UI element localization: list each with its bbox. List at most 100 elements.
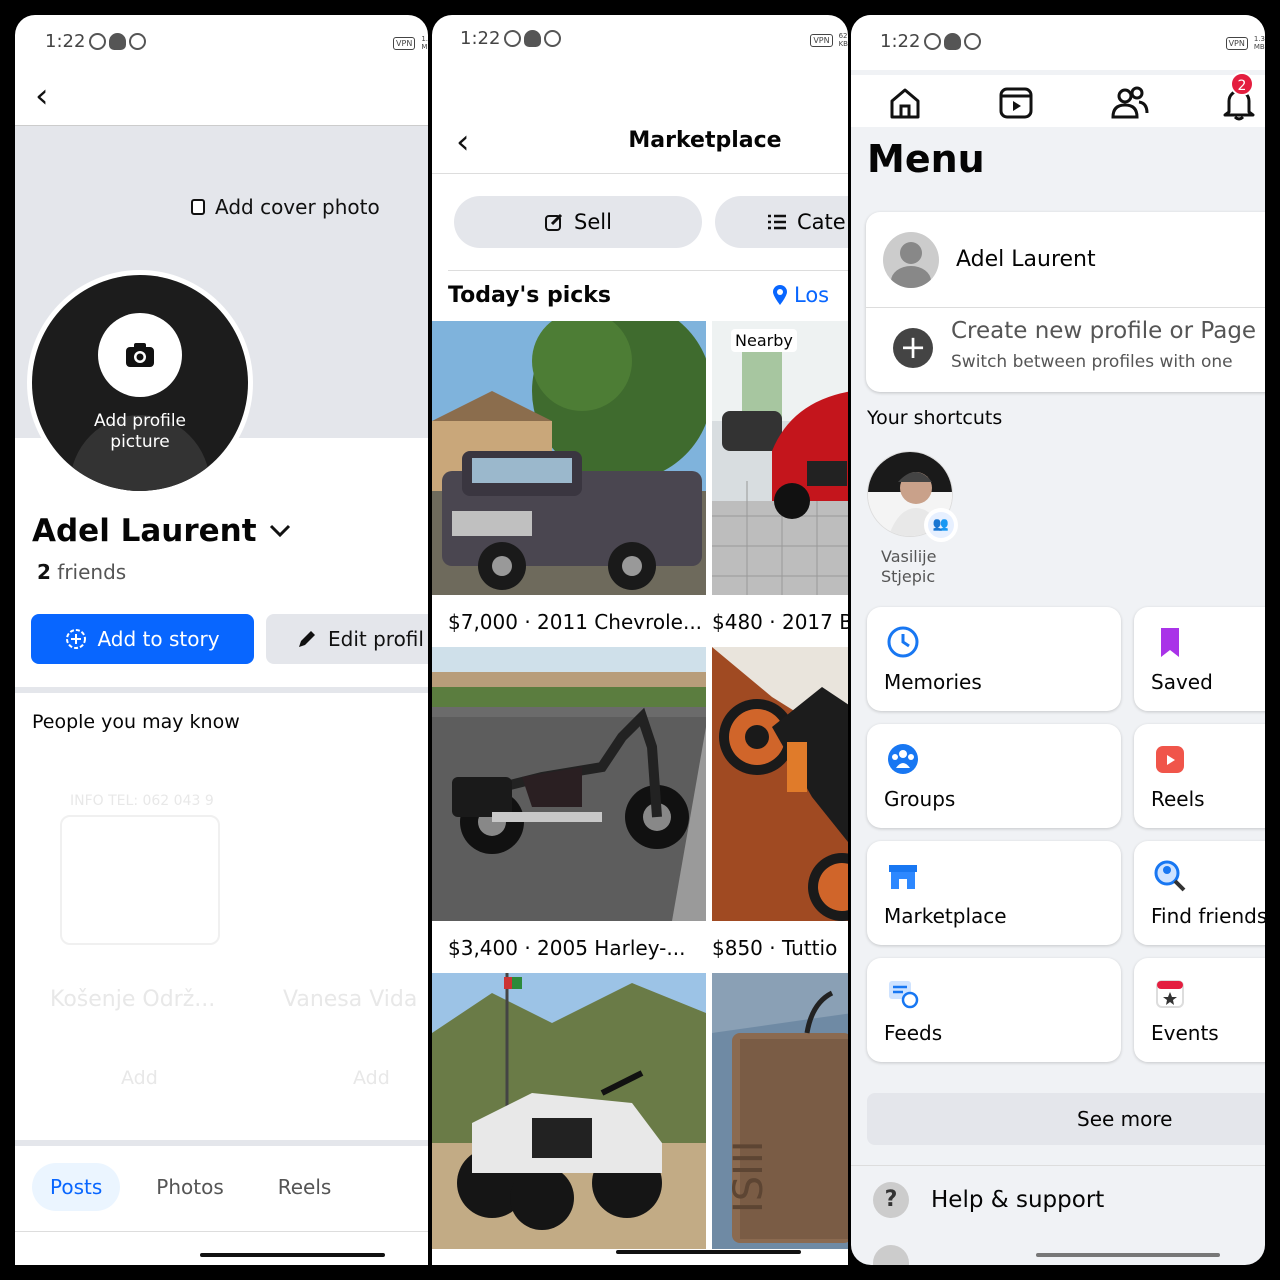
card-label: Reels: [1151, 787, 1205, 811]
speed-indicator: 1.3 MB: [1253, 35, 1265, 51]
listing-photo[interactable]: [432, 973, 706, 1249]
todays-picks-title: Today's picks: [448, 283, 612, 308]
status-time: 1:22: [880, 31, 921, 52]
speed-indicator: 1. M: [421, 35, 428, 51]
tab-posts[interactable]: Posts: [32, 1163, 121, 1211]
status-time: 1:22: [460, 28, 501, 49]
status-icons: [89, 33, 146, 50]
create-profile-label: Create new profile or Page: [951, 318, 1257, 344]
group-badge: 👥: [924, 508, 958, 542]
divider: [15, 1231, 428, 1232]
sell-label: Sell: [574, 210, 612, 234]
laptop-image: ISIII: [712, 973, 848, 1249]
marketplace-screen: 1:22 VPN 62 KB ‹ Marketplace Sell Cate Tod…: [432, 15, 848, 1265]
divider: [448, 270, 848, 271]
page-title: Marketplace: [628, 128, 782, 153]
status-time: 1:22: [45, 31, 86, 52]
status-bar: 1:22 VPN 62 KB: [432, 15, 848, 70]
listing-photo[interactable]: [432, 647, 706, 921]
menu-card-reels[interactable]: Reels: [1134, 724, 1265, 828]
listing-photo[interactable]: [712, 647, 848, 921]
profile-name[interactable]: Adel Laurent: [32, 513, 291, 549]
listing-price[interactable]: $850 · Tuttio: [712, 936, 837, 960]
sell-button[interactable]: Sell: [454, 196, 702, 248]
profile-name: Adel Laurent: [956, 247, 1096, 272]
friends-label: friends: [57, 560, 127, 584]
help-icon: ?: [873, 1182, 909, 1218]
faded-suggestion-name: Košenje Održ...: [50, 987, 216, 1012]
help-support-row[interactable]: ? Help & support: [873, 1182, 1104, 1218]
car-image: [712, 321, 848, 595]
menu-card-groups[interactable]: Groups: [867, 724, 1121, 828]
notification-badge: 2: [1230, 72, 1254, 96]
listing-photo[interactable]: Nearby: [712, 321, 848, 595]
status-icons: [504, 30, 561, 47]
categories-button[interactable]: Cate: [715, 196, 848, 248]
menu-card-memories[interactable]: Memories: [867, 607, 1121, 711]
friends-count[interactable]: 2 friends: [37, 560, 126, 584]
listing-price[interactable]: $3,400 · 2005 Harley-...: [448, 936, 685, 960]
shortcut-name[interactable]: Vasilije Stjepic: [881, 547, 936, 587]
categories-label: Cate: [797, 210, 846, 234]
groups-icon: [888, 744, 918, 774]
faded-info-text: INFO TEL: 062 043 9: [70, 793, 214, 809]
card-label: Saved: [1151, 670, 1213, 694]
add-cover-photo-button[interactable]: Add cover photo: [191, 195, 380, 219]
tab-photos[interactable]: Photos: [138, 1163, 241, 1211]
menu-card-events[interactable]: Events: [1134, 958, 1265, 1062]
top-nav: [851, 75, 1265, 127]
memories-icon: [887, 626, 919, 658]
listing-photo[interactable]: [432, 321, 706, 595]
status-right: VPN 1.3 MB: [1225, 35, 1265, 51]
card-label: Find friends: [1151, 904, 1265, 928]
video-icon[interactable]: [998, 85, 1034, 121]
status-bar: 1:22 VPN 1.3 MB: [851, 15, 1265, 70]
profile-picture[interactable]: Add profile picture: [27, 270, 253, 496]
profile-tabs: Posts Photos Reels: [32, 1163, 349, 1211]
card-label: Groups: [884, 787, 956, 811]
edit-profile-button[interactable]: Edit profil: [266, 614, 428, 664]
menu-screen: 1:22 VPN 1.3 MB 2 Menu Adel Laurent + Crea…: [851, 15, 1265, 1265]
faded-suggestion-name: Vanesa Vida: [283, 987, 418, 1012]
edit-profile-label: Edit profil: [328, 627, 424, 651]
location-selector[interactable]: Los: [772, 283, 829, 307]
location-label: Los: [794, 283, 830, 307]
status-icons: [924, 33, 981, 50]
menu-card-marketplace[interactable]: Marketplace: [867, 841, 1121, 945]
menu-card-saved[interactable]: Saved: [1134, 607, 1265, 711]
page-title: Menu: [867, 137, 985, 181]
vpn-indicator: VPN: [810, 33, 833, 47]
avatar: [883, 232, 939, 288]
speed-indicator: 62 KB: [838, 32, 848, 48]
card-label: Events: [1151, 1021, 1219, 1045]
tab-reels[interactable]: Reels: [260, 1163, 350, 1211]
profile-name-text: Adel Laurent: [32, 513, 257, 549]
listing-photo[interactable]: ISIII: [712, 973, 848, 1249]
faded-add-button: Add: [353, 1067, 390, 1089]
profile-card: Adel Laurent + Create new profile or Pag…: [866, 212, 1265, 392]
add-to-story-button[interactable]: Add to story: [31, 614, 254, 664]
card-label: Memories: [884, 670, 982, 694]
home-indicator: [1036, 1253, 1220, 1257]
vpn-indicator: VPN: [393, 36, 416, 50]
nearby-badge: Nearby: [731, 329, 797, 352]
atv-image: [432, 973, 706, 1249]
divider: [866, 307, 1265, 308]
profile-screen: 1:22 VPN 1. M ‹ Add cover photo Add profil…: [15, 15, 428, 1265]
menu-card-feeds[interactable]: Feeds: [867, 958, 1121, 1062]
back-button[interactable]: ‹: [35, 79, 49, 113]
home-icon[interactable]: [887, 85, 923, 121]
see-more-button[interactable]: See more: [867, 1093, 1265, 1145]
camera-icon[interactable]: [98, 313, 182, 397]
svg-text:ISIII: ISIII: [726, 1140, 772, 1213]
shortcuts-title: Your shortcuts: [867, 407, 1003, 429]
card-label: Marketplace: [884, 904, 1007, 928]
friends-icon[interactable]: [1109, 85, 1149, 121]
feeds-icon: [889, 981, 919, 1009]
add-profile-picture-label: Add profile picture: [93, 411, 186, 452]
card-label: Feeds: [884, 1021, 943, 1045]
listing-price[interactable]: $480 · 2017 B: [712, 610, 848, 634]
divider: [15, 687, 428, 693]
menu-card-find-friends[interactable]: Find friends: [1134, 841, 1265, 945]
listing-price[interactable]: $7,000 · 2011 Chevrole...: [448, 610, 702, 634]
